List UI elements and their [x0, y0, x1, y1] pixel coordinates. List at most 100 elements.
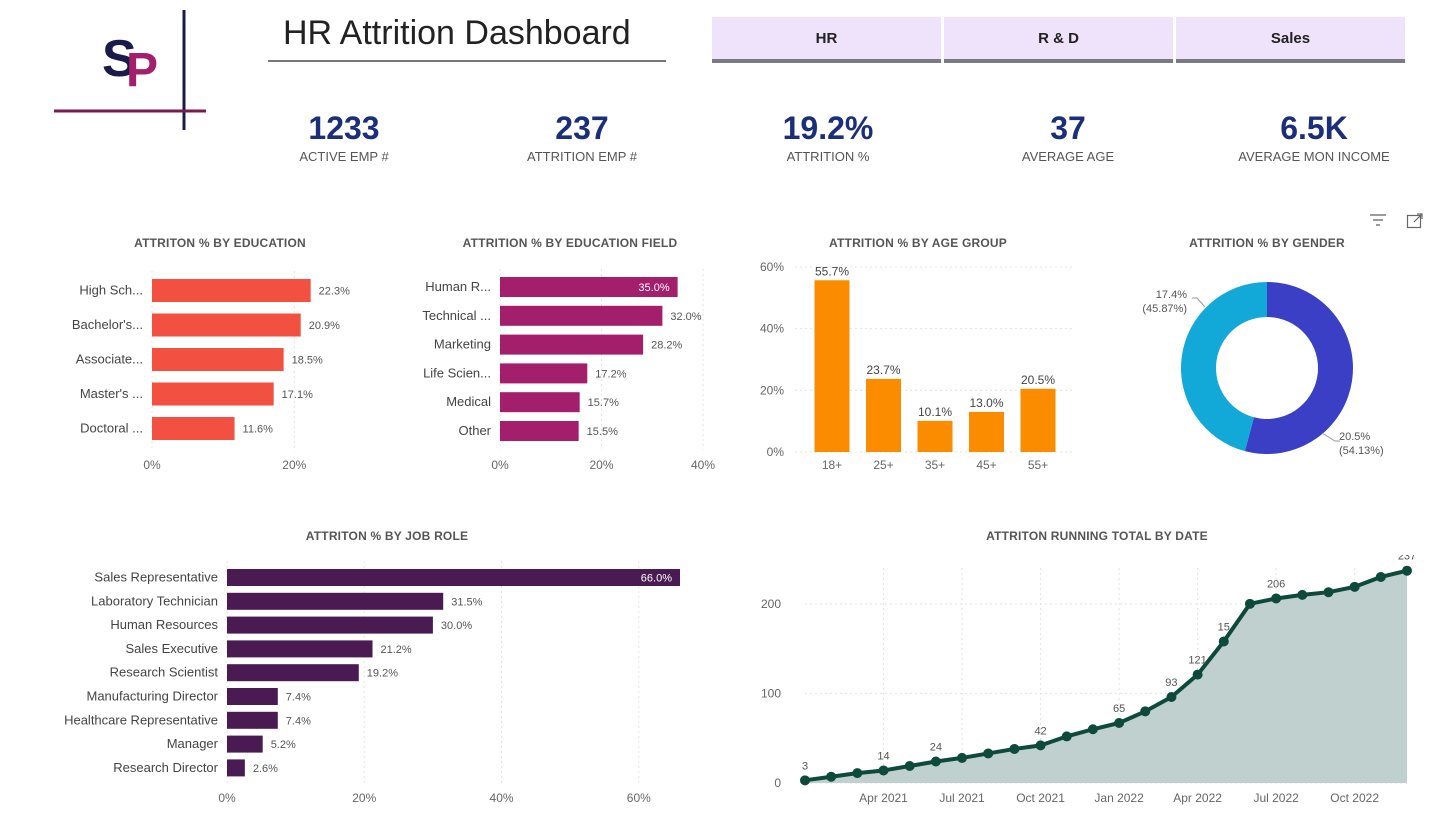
data-label: 20.9%	[309, 320, 340, 332]
bar	[500, 305, 663, 326]
bar	[152, 417, 235, 440]
bar	[500, 363, 588, 384]
category-label: Life Scien...	[423, 365, 491, 380]
data-label: 7.4%	[286, 715, 311, 727]
kpi-value: 37	[1050, 110, 1086, 146]
data-label: 28.2%	[651, 340, 682, 352]
data-point	[1402, 565, 1412, 576]
kpi-value: 6.5K	[1280, 110, 1348, 146]
data-label: 15.7%	[588, 397, 619, 409]
category-label: Healthcare Representative	[64, 712, 218, 727]
tab-rnd[interactable]: R & D	[944, 17, 1173, 63]
bar	[500, 334, 644, 355]
data-label: 2.6%	[253, 763, 278, 775]
chart-title-job-role: ATTRITON % BY JOB ROLE	[305, 529, 469, 543]
axis-tick-label: 20%	[352, 791, 376, 805]
bar	[227, 664, 359, 682]
kpi-attrition-emp: 237 ATTRITION EMP #	[472, 110, 692, 164]
bar	[814, 280, 850, 452]
data-point	[1035, 740, 1046, 751]
data-point	[1323, 587, 1334, 598]
axis-tick-label: 40%	[760, 322, 784, 336]
data-label: 206	[1267, 578, 1285, 590]
bar	[152, 279, 311, 302]
bar	[917, 420, 953, 452]
data-point	[1218, 636, 1229, 647]
data-label: 66.0%	[641, 573, 672, 585]
bar	[227, 616, 433, 634]
kpi-attrition-pct: 19.2% ATTRITION %	[718, 110, 938, 164]
kpi-average-age: 37 AVERAGE AGE	[958, 110, 1178, 164]
filter-icon[interactable]	[1369, 212, 1387, 228]
chart-title-gender: ATTRITION % BY GENDER	[1189, 236, 1345, 250]
data-label: 11.6%	[243, 424, 274, 436]
category-label: 55+	[1028, 458, 1048, 472]
data-point	[1009, 743, 1020, 754]
bar	[227, 735, 263, 753]
chart-title-education-field: ATTRITION % BY EDUCATION FIELD	[462, 236, 678, 250]
data-point	[983, 748, 994, 759]
chart-title-running-total: ATTRITON RUNNING TOTAL BY DATE	[986, 529, 1208, 543]
tab-sales-label: Sales	[1270, 29, 1311, 47]
kpi-label: ATTRITION EMP #	[526, 149, 638, 164]
data-label: 18.5%	[292, 355, 323, 367]
data-label: 24	[930, 742, 942, 754]
axis-tick-label: Oct 2022	[1330, 791, 1379, 805]
category-label: High Sch...	[79, 283, 143, 298]
axis-tick-label: 0%	[491, 458, 509, 472]
area-fill	[805, 570, 1407, 783]
kpi-active-emp: 1233 ACTIVE EMP #	[234, 110, 454, 164]
tab-rnd-label: R & D	[1038, 29, 1079, 47]
axis-tick-label: 0	[774, 776, 781, 790]
category-label: Sales Representative	[94, 570, 218, 585]
bar	[227, 592, 444, 610]
axis-tick-label: 60%	[627, 791, 651, 805]
company-logo: S P	[54, 10, 206, 130]
data-point	[800, 775, 810, 786]
category-label: Technical ...	[422, 308, 491, 323]
data-label: 10.1%	[918, 405, 952, 419]
axis-tick-label: 20%	[760, 383, 784, 397]
data-label: 20.5%	[1021, 373, 1055, 387]
bar	[227, 711, 278, 729]
data-label: 7.4%	[286, 692, 311, 704]
chart-education-field: 0% 20% 40% Human R... 35.0% Technical ... 32.0…	[422, 269, 715, 472]
data-label: 15	[1218, 621, 1230, 633]
data-label: 35.0%	[638, 282, 669, 294]
data-label: 13.0%	[969, 396, 1003, 410]
chart-gender: 20.5% (54.13%) 17.4% (45.87%)	[1142, 282, 1384, 457]
category-label: Research Scientist	[110, 665, 219, 680]
axis-tick-label: Jul 2021	[939, 791, 985, 805]
data-label: 21.2%	[381, 644, 412, 656]
category-label: Other	[458, 423, 491, 438]
tab-hr-label: HR	[815, 29, 838, 47]
axis-tick-label: 0%	[218, 791, 236, 805]
leader-line	[1192, 297, 1206, 308]
chart-running-total: 0 100 200 Apr 2021 Jul 2021 Oct 2021 Jan 2022 A…	[761, 555, 1416, 805]
page-title: HR Attrition Dashboard	[283, 14, 631, 52]
category-label: Laboratory Technician	[91, 593, 218, 608]
axis-tick-label: Jan 2022	[1094, 791, 1144, 805]
data-point	[1244, 598, 1255, 609]
chart-title-age-group: ATTRITION % BY AGE GROUP	[829, 236, 1007, 250]
focus-mode-icon[interactable]	[1406, 212, 1424, 229]
data-sublabel: (54.13%)	[1339, 445, 1384, 457]
data-label: 17.1%	[282, 389, 313, 401]
chart-age-group: 0% 20% 40% 60% 55.7% 18+ 23.7% 25+ 10.1% 35+ 13.0%…	[760, 260, 1075, 472]
axis-tick-label: 20%	[589, 458, 613, 472]
tab-hr[interactable]: HR	[712, 17, 941, 63]
category-label: Associate...	[76, 352, 143, 367]
kpi-label: AVERAGE AGE	[1021, 149, 1115, 164]
kpi-label: ACTIVE EMP #	[299, 149, 389, 164]
data-label: 19.2%	[367, 668, 398, 680]
tab-sales[interactable]: Sales	[1176, 17, 1405, 63]
data-point	[1271, 593, 1282, 604]
data-label: 121	[1188, 655, 1206, 667]
data-label: 65	[1113, 703, 1125, 715]
data-point	[904, 760, 915, 771]
kpi-label: ATTRITION %	[786, 149, 870, 164]
data-label: 17.4%	[1156, 289, 1187, 301]
data-label: 30.0%	[441, 620, 472, 632]
axis-tick-label: 40%	[490, 791, 514, 805]
bar	[227, 640, 373, 658]
